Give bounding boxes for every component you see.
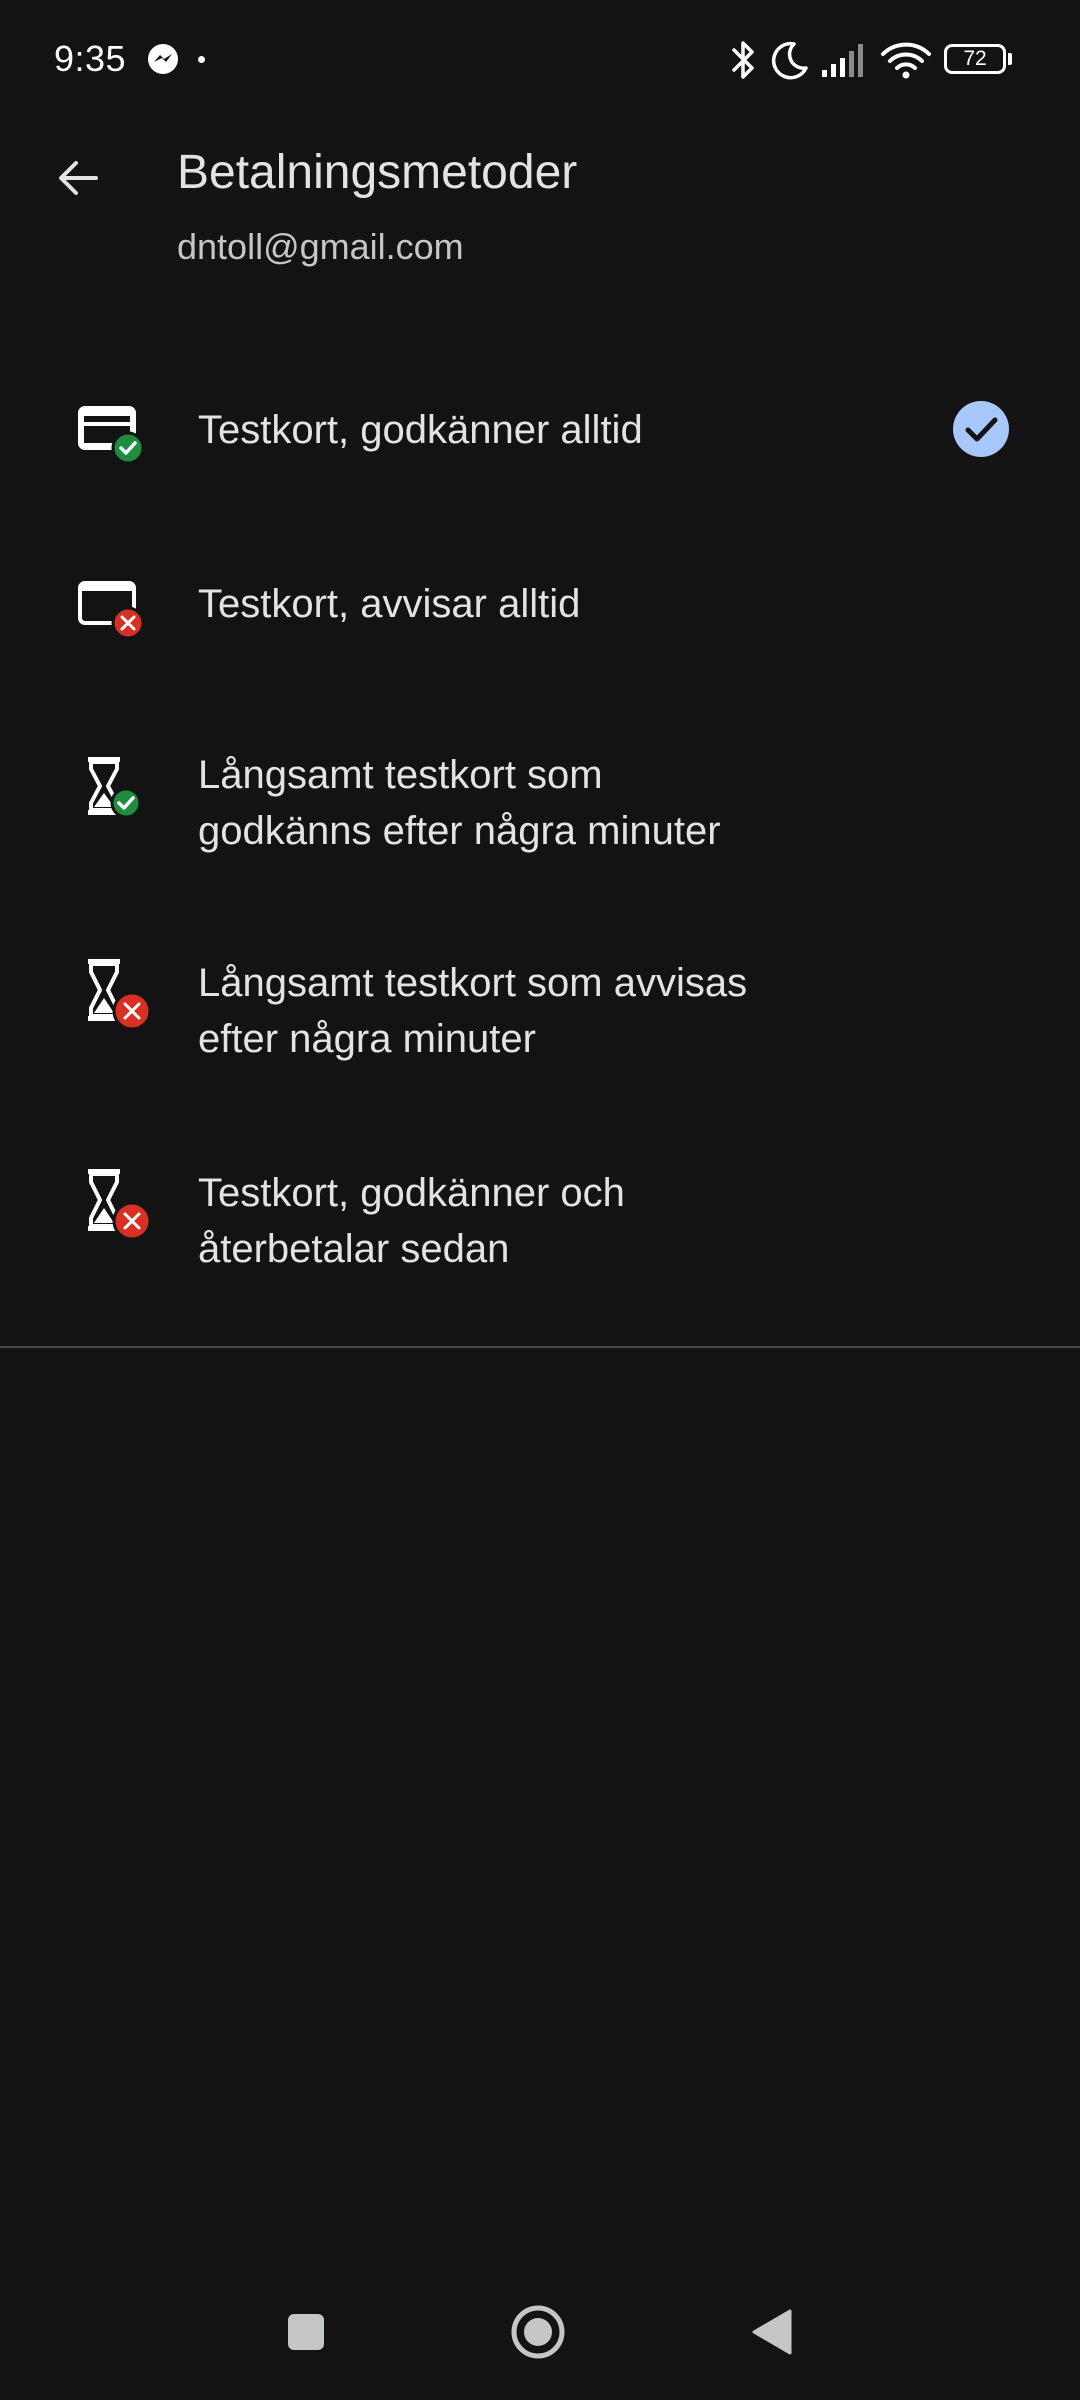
status-time: 9:35 [54,38,127,79]
signal-icon [822,44,863,77]
label-line: efter några minuter [198,1017,536,1061]
label-line: Långsamt testkort som avvisas [198,961,748,1005]
payment-method-label: Testkort, godkänner och återbetalar seda… [198,1165,888,1277]
label-line: Testkort, avvisar alltid [198,582,581,626]
label-line: Testkort, godkänner alltid [198,408,643,452]
label-line: godkänns efter några minuter [198,809,721,853]
payment-method-label: Långsamt testkort som godkänns efter någ… [198,747,888,859]
notification-dot [198,56,205,63]
card-declined-icon [78,581,145,640]
messenger-icon [148,44,178,74]
account-email: dntoll@gmail.com [177,226,464,267]
battery-level: 72 [963,47,987,70]
hourglass-declined-icon [88,959,152,1031]
card-approved-icon [78,406,145,465]
payment-method-slow-approve[interactable]: Långsamt testkort som godkänns efter någ… [0,735,1080,895]
arrow-back-icon [59,161,98,195]
battery-nub [1008,53,1012,65]
bluetooth-icon [732,41,754,79]
payment-method-approve-then-refund[interactable]: Testkort, godkänner och återbetalar seda… [0,1155,1080,1315]
payment-method-slow-decline[interactable]: Långsamt testkort som avvisas efter någr… [0,945,1080,1105]
label-line: Testkort, godkänner och [198,1171,625,1215]
selected-check-icon [953,401,1009,457]
system-nav-bar [0,2290,1080,2400]
payment-method-decline-always[interactable]: Testkort, avvisar alltid [0,540,1080,680]
recents-square-icon[interactable] [286,2312,326,2352]
back-triangle-icon[interactable] [750,2308,794,2356]
label-line: Långsamt testkort som [198,753,603,797]
payment-method-approve-always[interactable]: Testkort, godkänner alltid [0,360,1080,500]
status-bar: 9:35 72 [0,0,1080,120]
home-circle-icon[interactable] [510,2304,566,2360]
payment-method-label: Testkort, godkänner alltid [198,402,888,458]
wifi-icon [881,42,931,79]
moon-icon [771,41,808,80]
list-divider [0,1346,1080,1348]
label-line: återbetalar sedan [198,1227,510,1271]
payment-method-label: Testkort, avvisar alltid [198,576,888,632]
page-title: Betalningsmetoder [177,146,578,199]
payment-method-label: Långsamt testkort som avvisas efter någr… [198,955,888,1067]
hourglass-declined-icon [88,1169,152,1241]
back-button[interactable] [40,140,116,216]
hourglass-approved-icon [88,757,142,819]
